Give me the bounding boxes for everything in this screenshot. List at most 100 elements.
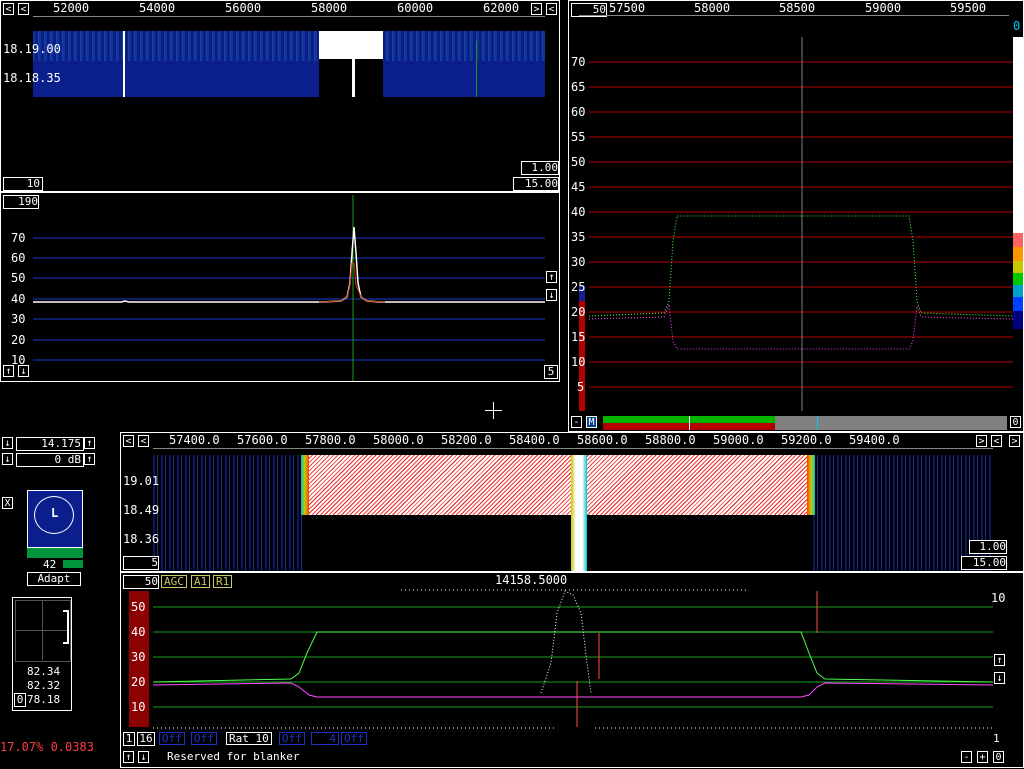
scroll-left2-button[interactable]: < (138, 435, 149, 447)
reading-value: 78.18 (27, 693, 61, 706)
scroll-left2-button[interactable]: < (18, 3, 29, 15)
reading-value: 82.32 (27, 679, 61, 692)
gain-box[interactable]: 1.00 (521, 161, 559, 175)
s-meter-value: 42 (43, 558, 57, 571)
waterfall-signal-block (319, 31, 383, 59)
off3-button[interactable]: Off (279, 732, 305, 745)
status-text: 17.07% 0.0383 (0, 740, 94, 754)
spectrum-y-tick: 40 (131, 625, 146, 639)
waterfall-noise-band (33, 31, 545, 61)
spectrum-y-tick: 30 (11, 312, 26, 326)
b1-box[interactable]: 1 (123, 732, 135, 746)
freq-tick: 62000 (483, 1, 520, 15)
scroll-right2-button[interactable]: < (546, 3, 557, 15)
scroll-down-button[interactable]: ↓ (138, 751, 149, 763)
scroll-right-button[interactable]: > (531, 3, 542, 15)
spectrum-y-tick: 35 (571, 230, 586, 244)
n4-button[interactable]: 4 (311, 732, 339, 745)
adapt-button[interactable]: Adapt (27, 572, 81, 586)
right-scale-label: 10 (991, 591, 1006, 605)
phase-plot-panel[interactable]: 82.34 82.32 78.18 0 (12, 597, 72, 711)
avg-count-box[interactable]: 10 (3, 177, 43, 191)
freq-up-button[interactable]: ↑ (84, 437, 95, 449)
scale-down-button[interactable]: ↓ (546, 289, 557, 301)
main-spectrum-panel: 50 AGC A1 R1 14158.5000 50 40 30 20 10 1… (120, 572, 1024, 768)
scroll-up-button[interactable]: ↑ (3, 365, 14, 377)
waterfall-signal-band (309, 455, 809, 515)
off2-button[interactable]: Off (191, 732, 217, 745)
left-spectrum-plot[interactable] (1, 193, 561, 383)
scroll-down-button[interactable]: ↓ (18, 365, 29, 377)
spectrum-y-tick: 40 (11, 292, 26, 306)
zero-button[interactable]: 0 (1010, 416, 1021, 428)
waterfall-edge-left (301, 455, 309, 515)
scale-up-button[interactable]: ↑ (994, 654, 1005, 666)
avg-count-box[interactable]: 5 (123, 556, 159, 570)
freq-down-button[interactable]: ↓ (2, 437, 13, 449)
freq-tick: 58200.0 (441, 433, 492, 447)
s-meter-panel: L 42 Adapt (27, 490, 83, 586)
spectrum-y-tick: 50 (571, 155, 586, 169)
freq-value[interactable]: 14.175 (16, 437, 84, 451)
freq-tick: 58800.0 (645, 433, 696, 447)
db-up-button[interactable]: ↑ (84, 453, 95, 465)
spectrum-y-tick: 55 (571, 130, 586, 144)
b2-box[interactable]: 16 (137, 732, 155, 746)
close-x-button[interactable]: X (2, 497, 13, 509)
main-waterfall-image[interactable] (153, 455, 993, 571)
waterfall-edge-right (807, 455, 815, 515)
level-bar-marker (689, 416, 690, 430)
scale-down-button[interactable]: ↓ (994, 672, 1005, 684)
freq-tick: 58000 (311, 1, 348, 15)
main-waterfall-panel: < < > < > 57400.0 57600.0 57800.0 58000.… (120, 432, 1024, 572)
freq-tick: 56000 (225, 1, 262, 15)
spectrum-y-tick: 25 (571, 280, 586, 294)
ratio-button[interactable]: Rat 10 (226, 732, 272, 745)
spectrum-corner-box[interactable]: 5 (544, 365, 558, 379)
gain2-box[interactable]: 15.00 (513, 177, 559, 191)
db-down-button[interactable]: ↓ (2, 453, 13, 465)
zero-button[interactable]: 0 (993, 751, 1004, 763)
gain-box[interactable]: 1.00 (969, 540, 1007, 554)
level-bar-marker2 (817, 416, 818, 430)
s-meter-letter: L (51, 506, 59, 520)
off4-button[interactable]: Off (341, 732, 367, 745)
gain2-box[interactable]: 15.00 (961, 556, 1007, 570)
top-left-waterfall-panel: < < > < 52000 54000 56000 58000 60000 62… (0, 0, 560, 192)
phase-plot-trace (63, 610, 69, 644)
scroll-up-button[interactable]: ↑ (123, 751, 134, 763)
plus-button[interactable]: + (977, 751, 988, 763)
db-value[interactable]: 0 dB (16, 453, 84, 467)
right-spectrum-plot[interactable] (569, 1, 1024, 433)
minus-button[interactable]: - (571, 416, 582, 428)
left-spectrum-panel: 190 70 60 50 40 30 20 10 ↑ ↓ ↑ ↓ 5 (0, 192, 560, 382)
off1-button[interactable]: Off (159, 732, 185, 745)
scroll-right3-button[interactable]: > (1009, 435, 1020, 447)
freq-tick: 52000 (53, 1, 90, 15)
scale-up-button[interactable]: ↑ (546, 271, 557, 283)
spectrum-y-tick: 15 (571, 330, 586, 344)
spectrum-y-tick: 50 (131, 600, 146, 614)
scroll-right2-button[interactable]: < (991, 435, 1002, 447)
freq-tick: 58000.0 (373, 433, 424, 447)
spectrum-y-tick: 70 (571, 55, 586, 69)
s-meter-bar2 (63, 560, 83, 568)
freq-scale-line (153, 448, 993, 449)
waterfall-time-label: 18.18.35 (3, 71, 61, 85)
spectrum-y-tick: 45 (571, 180, 586, 194)
spectrum-y-tick: 20 (571, 305, 586, 319)
page-label: 1 (993, 732, 1000, 745)
reading-prefix-box[interactable]: 0 (14, 693, 26, 707)
spectrum-y-tick: 65 (571, 80, 586, 94)
spectrum-y-tick: 30 (571, 255, 586, 269)
freq-tick: 60000 (397, 1, 434, 15)
m-button[interactable]: M (586, 416, 597, 428)
scroll-left-button[interactable]: < (3, 3, 14, 15)
scroll-left-button[interactable]: < (123, 435, 134, 447)
minus-button[interactable]: - (961, 751, 972, 763)
scroll-right-button[interactable]: > (976, 435, 987, 447)
spectrum-y-tick: 20 (131, 675, 146, 689)
spectrum-y-tick: 5 (577, 380, 585, 394)
blanker-label: Reserved for blanker (167, 750, 300, 763)
spectrum-y-tick: 20 (11, 333, 26, 347)
